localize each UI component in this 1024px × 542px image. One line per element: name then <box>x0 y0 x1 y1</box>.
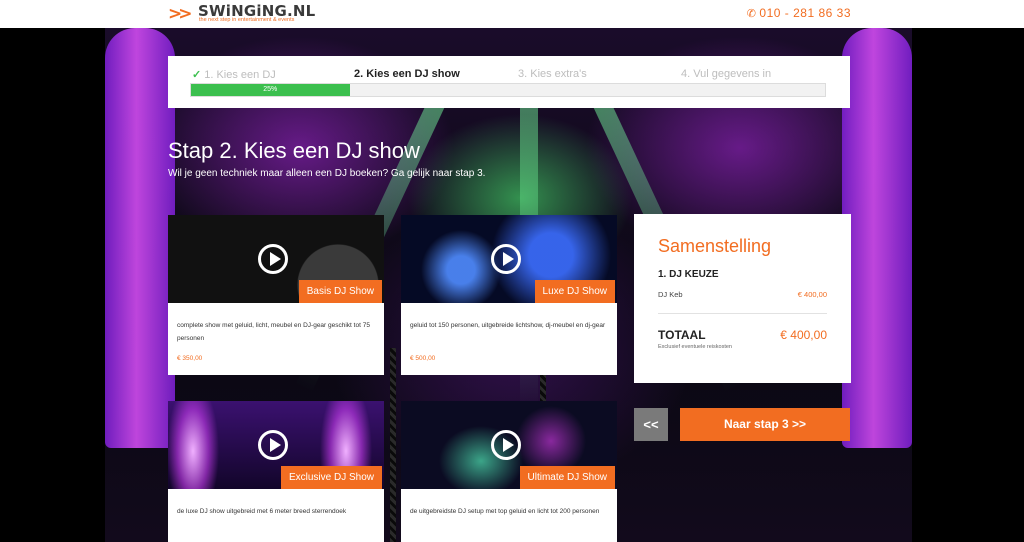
phone-link[interactable]: ✆ 010 - 281 86 33 <box>747 6 851 20</box>
site-header: >> SWiNGiNG.NL the next step in entertai… <box>0 0 1024 28</box>
logo-tagline: the next step in entertainment & events <box>199 17 295 23</box>
summary-title: Samenstelling <box>658 236 772 256</box>
step-4: 4. Vul gegevens in <box>681 68 771 80</box>
show-card-ultimate[interactable]: Ultimate DJ Show de uitgebreidste DJ set… <box>401 401 617 542</box>
show-card-image[interactable]: Basis DJ Show <box>168 215 384 303</box>
play-icon[interactable] <box>491 244 521 274</box>
phone-number: 010 - 281 86 33 <box>759 6 851 20</box>
background-light-pillar-left <box>105 28 175 448</box>
step-3: 3. Kies extra's <box>518 68 587 80</box>
play-icon[interactable] <box>491 430 521 460</box>
summary-divider <box>658 313 827 314</box>
show-price: € 350,00 <box>177 355 203 362</box>
progress-bar-fill: 25% <box>191 84 350 96</box>
show-card-image[interactable]: Luxe DJ Show <box>401 215 617 303</box>
show-description: geluid tot 150 personen, uitgebreide lic… <box>410 322 606 329</box>
summary-line-item: DJ Keb € 400,00 <box>658 290 827 299</box>
site-logo[interactable]: >> SWiNGiNG.NL the next step in entertai… <box>168 2 368 26</box>
show-card-image[interactable]: Ultimate DJ Show <box>401 401 617 489</box>
show-name-badge[interactable]: Basis DJ Show <box>298 280 382 303</box>
phone-icon: ✆ <box>746 8 757 20</box>
page-title: Stap 2. Kies een DJ show <box>168 138 420 163</box>
show-price: € 500,00 <box>410 355 436 362</box>
show-card-luxe[interactable]: Luxe DJ Show geluid tot 150 personen, ui… <box>401 215 617 375</box>
background-dark-right <box>912 28 1024 542</box>
show-description: de uitgebreidste DJ setup met top geluid… <box>410 508 600 515</box>
step-4-label: 4. Vul gegevens in <box>681 68 772 80</box>
step-progress-panel: ✓ 1. Kies een DJ 2. Kies een DJ show 3. K… <box>168 56 850 108</box>
step-1[interactable]: ✓ 1. Kies een DJ <box>192 68 276 81</box>
checkmark-icon: ✓ <box>192 69 202 81</box>
play-icon[interactable] <box>258 430 288 460</box>
summary-total-row: TOTAAL € 400,00 <box>658 328 827 342</box>
background-dark-left <box>0 28 105 542</box>
step-2: 2. Kies een DJ show <box>354 68 460 80</box>
next-step-button[interactable]: Naar stap 3 >> <box>680 408 850 441</box>
show-card-exclusive[interactable]: Exclusive DJ Show de luxe DJ show uitgeb… <box>168 401 384 542</box>
step-2-label: 2. Kies een DJ show <box>354 68 460 80</box>
summary-note: Exclusief eventuele reiskosten <box>658 344 732 350</box>
show-description: de luxe DJ show uitgebreid met 6 meter b… <box>177 508 347 515</box>
show-name-badge[interactable]: Ultimate DJ Show <box>519 466 615 489</box>
summary-item-name: DJ Keb <box>658 290 683 299</box>
show-card-basis[interactable]: Basis DJ Show complete show met geluid, … <box>168 215 384 375</box>
background-truss <box>390 348 396 542</box>
logo-arrows: >> <box>168 4 192 24</box>
page-subtitle: Wil je geen techniek maar alleen een DJ … <box>168 168 486 179</box>
progress-bar: 25% <box>190 83 826 97</box>
step-1-label: 1. Kies een DJ <box>204 69 276 81</box>
summary-panel: Samenstelling 1. DJ KEUZE DJ Keb € 400,0… <box>634 214 851 383</box>
summary-section-label: 1. DJ KEUZE <box>658 269 719 280</box>
back-button[interactable]: << <box>634 408 668 441</box>
show-name-badge[interactable]: Luxe DJ Show <box>534 280 615 303</box>
show-card-image[interactable]: Exclusive DJ Show <box>168 401 384 489</box>
summary-item-price: € 400,00 <box>797 290 827 299</box>
show-name-badge[interactable]: Exclusive DJ Show <box>280 466 382 489</box>
step-3-label: 3. Kies extra's <box>518 68 587 80</box>
summary-total-label: TOTAAL <box>658 328 706 342</box>
play-icon[interactable] <box>258 244 288 274</box>
summary-total-value: € 400,00 <box>780 328 827 342</box>
background-light-pillar-right <box>842 28 912 448</box>
show-description: complete show met geluid, licht, meubel … <box>177 322 370 342</box>
